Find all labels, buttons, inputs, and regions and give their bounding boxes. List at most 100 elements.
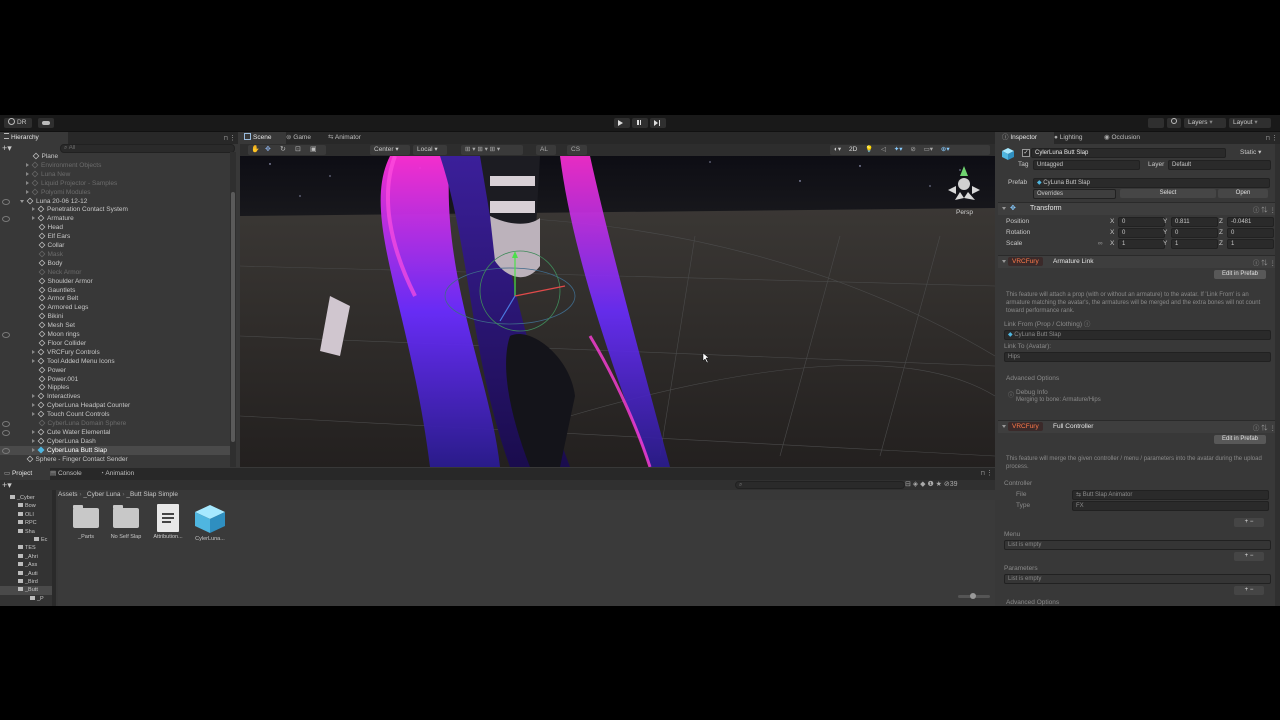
hierarchy-item[interactable]: VRCFury Controls	[0, 348, 230, 357]
lock-icon[interactable]: ⊓	[223, 135, 228, 142]
component-menu-icons[interactable]: ⓘ ⇅ ⋮	[1253, 422, 1276, 432]
scene-view-options[interactable]: ◐▾ 2D 💡 ◁ ✦▾ ⊘ ▭▾ ⊕▾	[830, 145, 990, 155]
tab-console[interactable]: ▤ Console	[46, 468, 96, 480]
hierarchy-item[interactable]: CyberLuna Headpat Counter	[0, 401, 230, 410]
hierarchy-item[interactable]: Shoulder Armor	[0, 277, 230, 286]
collapse-arrow-icon[interactable]	[32, 412, 35, 417]
rect-tool-icon[interactable]: ▣	[310, 145, 317, 153]
space-dropdown[interactable]: Local ▾	[413, 145, 447, 155]
cloud-icon[interactable]	[38, 118, 54, 128]
visibility-icon[interactable]	[2, 216, 10, 223]
hierarchy-item[interactable]: Interactives	[0, 392, 230, 401]
hierarchy-item[interactable]: Body	[0, 259, 230, 268]
visibility-icon[interactable]	[2, 429, 10, 436]
asset-no-self-slap-folder[interactable]: No Self Slap	[108, 505, 144, 540]
hierarchy-item[interactable]: Armor Belt	[0, 294, 230, 303]
edit-in-prefab-button[interactable]: Edit in Prefab	[1214, 435, 1266, 444]
controller-file-field[interactable]: ⇆ Butt Slap Animator	[1072, 490, 1269, 500]
hierarchy-item[interactable]: Armature	[0, 214, 230, 223]
effects-icon[interactable]: ✦▾	[894, 146, 903, 153]
breadcrumb-assets[interactable]: Assets	[58, 491, 78, 498]
hierarchy-item[interactable]: Head	[0, 223, 230, 232]
transform-header[interactable]: ✥ Transform ⓘ ⇅ ⋮	[998, 202, 1280, 215]
hierarchy-item[interactable]: Power.001	[0, 375, 230, 384]
hierarchy-item[interactable]: Liquid Projector - Samples	[0, 179, 230, 188]
hierarchy-scrollbar[interactable]	[230, 152, 236, 467]
component-menu-icons[interactable]: ⓘ ⇅ ⋮	[1253, 257, 1276, 267]
link-from-field[interactable]: ◆ CyLuna Butt Slap	[1004, 330, 1271, 340]
tag-dropdown[interactable]: Untagged	[1033, 160, 1140, 170]
armature-link-header[interactable]: VRCFury Armature Link ⓘ ⇅ ⋮	[998, 255, 1280, 268]
constrain-proportions-icon[interactable]: ∞	[1098, 239, 1103, 248]
tab-inspector[interactable]: ⓘ Inspector	[998, 132, 1054, 144]
transform-rotation-x-field[interactable]: 0	[1118, 228, 1165, 238]
advanced-options-label[interactable]: Advanced Options	[1006, 598, 1059, 606]
pause-button[interactable]	[632, 118, 648, 128]
component-menu-icons[interactable]: ⓘ ⇅ ⋮	[1253, 204, 1276, 214]
search-icon[interactable]	[1167, 118, 1181, 128]
transform-position-y-field[interactable]: 0.811	[1171, 217, 1218, 227]
controller-add-remove[interactable]: + −	[1234, 518, 1264, 527]
hierarchy-item[interactable]: Mask	[0, 250, 230, 259]
tab-animation[interactable]: ◔ Animation	[96, 468, 156, 480]
hierarchy-item[interactable]: Collar	[0, 241, 230, 250]
tab-lighting[interactable]: ● Lighting	[1050, 132, 1104, 144]
collapse-arrow-icon[interactable]	[32, 403, 35, 408]
hierarchy-item[interactable]: Nipples	[0, 383, 230, 392]
hierarchy-item[interactable]: Polyomi Modules	[0, 188, 230, 197]
tab-scene[interactable]: Scene	[240, 132, 286, 144]
shading-dropdown[interactable]: CS ▾	[567, 145, 587, 163]
hierarchy-item-selected[interactable]: CyberLuna Butt Slap	[0, 445, 230, 455]
hierarchy-item[interactable]: Armored Legs	[0, 303, 230, 312]
visibility-icon[interactable]	[2, 332, 10, 338]
hierarchy-item[interactable]: Floor Collider	[0, 339, 230, 348]
select-button[interactable]: Select	[1120, 189, 1216, 198]
hierarchy-item[interactable]: Bikini	[0, 312, 230, 321]
hierarchy-item[interactable]: Luna 20-06 12-12	[0, 197, 230, 206]
visibility-icon[interactable]	[2, 447, 10, 454]
hierarchy-item[interactable]: Tool Added Menu Icons	[0, 357, 230, 366]
collapse-arrow-icon[interactable]	[32, 447, 35, 452]
tab-occlusion[interactable]: ◉ Occlusion	[1100, 132, 1158, 144]
more-icon[interactable]: ⋮	[986, 469, 993, 477]
collapse-arrow-icon[interactable]	[26, 171, 29, 176]
lock-icon[interactable]: ⊓	[1265, 135, 1270, 142]
project-tree-item[interactable]: _P	[0, 595, 52, 604]
transform-rotation-y-field[interactable]: 0	[1171, 228, 1218, 238]
hierarchy-item[interactable]: Luna New	[0, 170, 230, 179]
step-button[interactable]	[650, 118, 666, 128]
lock-icon[interactable]: ⊓	[980, 470, 985, 477]
static-toggle[interactable]: Static ▾	[1240, 148, 1261, 157]
filter-icons[interactable]: ⊟ ◈ ◆ ❶ ★ ⊘39	[905, 480, 958, 490]
persp-label[interactable]: Persp	[956, 209, 973, 216]
scale-tool-icon[interactable]: ⊡	[295, 145, 301, 153]
tab-project[interactable]: ▭ Project	[0, 468, 50, 480]
collapse-arrow-icon[interactable]	[26, 162, 29, 167]
overrides-dropdown[interactable]: Overrides	[1033, 189, 1116, 199]
hierarchy-item[interactable]: Cute Water Elemental	[0, 428, 230, 437]
rotate-tool-icon[interactable]: ↻	[280, 145, 286, 153]
advanced-options-foldout[interactable]: Advanced Options	[1006, 374, 1059, 383]
asset-attribution-file[interactable]: Attribution...	[150, 504, 186, 540]
layer-dropdown[interactable]: Default	[1168, 160, 1271, 170]
move-tool-icon[interactable]: ✥	[265, 145, 271, 153]
pivot-dropdown[interactable]: Center ▾	[370, 145, 410, 155]
tab-game[interactable]: ⊚ Game	[282, 132, 324, 144]
layout-dropdown[interactable]: Layout ▾	[1229, 118, 1271, 128]
breadcrumb-cyber-luna[interactable]: _Cyber Luna	[83, 491, 120, 498]
snap-controls[interactable]: ⊞ ▾ ⊞ ▾ ⊞ ▾	[461, 145, 523, 155]
layers-dropdown[interactable]: Layers ▾	[1184, 118, 1226, 128]
create-asset-button[interactable]: +▾	[2, 480, 12, 490]
collapse-arrow-icon[interactable]	[26, 180, 29, 185]
transform-scale-y-field[interactable]: 1	[1171, 239, 1218, 249]
play-button[interactable]	[614, 118, 630, 128]
collapse-arrow-icon[interactable]	[32, 349, 35, 354]
edit-in-prefab-button[interactable]: Edit in Prefab	[1214, 270, 1266, 279]
transform-position-z-field[interactable]: -0.0481	[1227, 217, 1274, 227]
hierarchy-item[interactable]: Moon rings	[0, 330, 230, 339]
icon-size-slider[interactable]	[958, 593, 990, 599]
hierarchy-item[interactable]: CyberLuna Domain Sphere	[0, 419, 230, 428]
parameters-add-remove[interactable]: + −	[1234, 586, 1264, 595]
hierarchy-item[interactable]: Environment Objects	[0, 161, 230, 170]
hidden-objects-icon[interactable]: ⊘	[910, 146, 915, 153]
